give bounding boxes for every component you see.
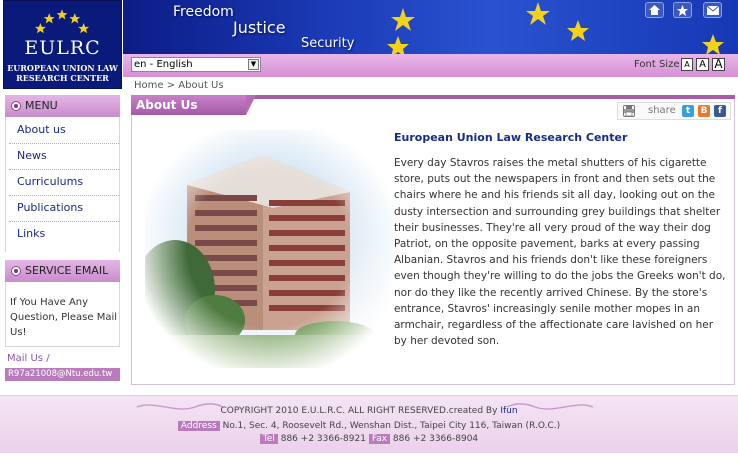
service-email-header: SERVICE EMAIL bbox=[5, 260, 120, 282]
sidebar-item-about-us[interactable]: About us bbox=[9, 118, 119, 144]
menu-title: MENU bbox=[25, 99, 58, 112]
logo-full-name-line1: EUROPEAN UNION LAW bbox=[7, 63, 118, 73]
address-text: No.1, Sec. 4, Roosevelt Rd., Wenshan Dis… bbox=[222, 421, 561, 431]
logo-abbreviation: EULRC bbox=[24, 37, 101, 59]
twitter-icon[interactable]: t bbox=[682, 105, 694, 117]
banner-word-freedom: Freedom bbox=[173, 4, 234, 20]
language-select[interactable]: en - English ▼ bbox=[131, 57, 261, 72]
breadcrumb-current: About Us bbox=[178, 80, 224, 91]
author-link[interactable]: Ifun bbox=[500, 406, 517, 416]
eu-stars-icon bbox=[34, 9, 90, 34]
breadcrumb-separator: > bbox=[166, 80, 176, 91]
article-body: Every day Stavros raises the metal shutt… bbox=[394, 157, 726, 348]
address-label: Address bbox=[177, 421, 220, 431]
sidebar-item-links[interactable]: Links bbox=[9, 222, 119, 248]
chevron-down-icon[interactable]: ▼ bbox=[248, 59, 259, 70]
sidebar-item-publications[interactable]: Publications bbox=[9, 196, 119, 222]
blogger-icon[interactable]: B bbox=[698, 105, 710, 117]
site-logo[interactable]: EULRC EUROPEAN UNION LAW RESEARCH CENTER bbox=[3, 0, 122, 89]
logo-full-name: EUROPEAN UNION LAW RESEARCH CENTER bbox=[4, 63, 121, 83]
sidebar-item-news[interactable]: News bbox=[9, 144, 119, 170]
breadcrumb: Home > About Us bbox=[134, 80, 224, 91]
breadcrumb-home[interactable]: Home bbox=[134, 80, 164, 91]
font-size-label: Font Size bbox=[634, 59, 680, 70]
fax-number: 886 +2 3366-8904 bbox=[392, 434, 479, 444]
building-photo bbox=[145, 130, 393, 368]
bullet-icon bbox=[11, 101, 21, 111]
banner-word-justice: Justice bbox=[233, 18, 286, 37]
mail-us-link[interactable]: Mail Us / bbox=[7, 353, 50, 364]
email-address-link[interactable]: R97a21008@Ntu.edu.tw bbox=[5, 368, 120, 381]
print-icon[interactable] bbox=[623, 105, 635, 117]
service-email-prompt: If You Have Any Question, Please Mail Us… bbox=[10, 297, 118, 338]
page-title: About Us bbox=[131, 95, 256, 115]
share-label: share bbox=[648, 105, 676, 116]
menu-header: MENU bbox=[5, 95, 120, 117]
phone-line: Tel 886 +2 3366-8921 Fax 886 +2 3366-890… bbox=[0, 434, 738, 444]
facebook-icon[interactable]: f bbox=[714, 105, 726, 117]
logo-full-name-line2: RESEARCH CENTER bbox=[16, 73, 109, 83]
share-bar: share t B f bbox=[617, 102, 731, 120]
bullet-icon bbox=[11, 266, 21, 276]
font-size-medium-button[interactable]: A bbox=[696, 58, 709, 71]
banner: Freedom Justice Security bbox=[123, 0, 738, 54]
copyright-line: COPYRIGHT 2010 E.U.L.R.C. ALL RIGHT RESE… bbox=[0, 406, 738, 416]
service-email-title: SERVICE EMAIL bbox=[25, 264, 109, 277]
banner-word-security: Security bbox=[301, 36, 355, 51]
mail-icon[interactable] bbox=[703, 2, 722, 18]
tel-number: 886 +2 3366-8921 bbox=[280, 434, 366, 444]
site-footer: COPYRIGHT 2010 E.U.L.R.C. ALL RIGHT RESE… bbox=[0, 395, 738, 453]
address-line: Address No.1, Sec. 4, Roosevelt Rd., Wen… bbox=[0, 421, 738, 431]
font-size-large-button[interactable]: A bbox=[712, 58, 725, 71]
home-icon[interactable] bbox=[645, 2, 664, 18]
tel-label: Tel bbox=[259, 434, 278, 444]
font-size-small-button[interactable]: A bbox=[681, 58, 693, 71]
article-title: European Union Law Research Center bbox=[394, 131, 628, 144]
toolbar: en - English ▼ Font Size A A A bbox=[123, 54, 738, 77]
sidebar-item-curriculums[interactable]: Curriculums bbox=[9, 170, 119, 196]
fax-label: Fax bbox=[368, 434, 391, 444]
language-select-value: en - English bbox=[134, 59, 193, 70]
star-icon[interactable] bbox=[673, 2, 692, 18]
copyright-text: COPYRIGHT 2010 E.U.L.R.C. ALL RIGHT RESE… bbox=[220, 406, 498, 416]
